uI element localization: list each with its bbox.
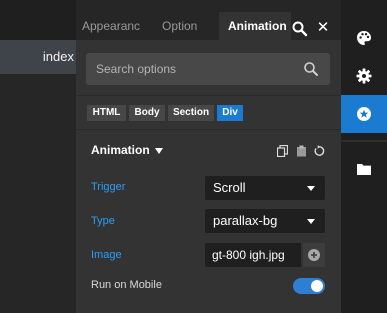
chevron-down-icon [307, 186, 315, 191]
copy-icon[interactable] [276, 144, 289, 158]
type-value: parallax-bg [213, 213, 278, 228]
search-icon[interactable] [291, 20, 309, 38]
chevron-down-icon[interactable] [155, 148, 163, 154]
gear-icon[interactable] [341, 57, 387, 95]
breadcrumb-section[interactable]: Section [168, 105, 214, 121]
divider [341, 140, 387, 142]
trigger-label: Trigger [91, 181, 126, 193]
breadcrumb-html[interactable]: HTML [87, 105, 126, 121]
chevron-down-icon [307, 219, 315, 224]
editor-top-strip [0, 0, 76, 40]
type-select[interactable]: parallax-bg [205, 209, 325, 233]
type-label: Type [91, 215, 115, 227]
search-input[interactable]: Search options [86, 53, 330, 85]
toggle-knob [311, 280, 323, 292]
search-field-icon [303, 61, 319, 77]
run-on-mobile-label: Run on Mobile [91, 279, 162, 291]
close-icon[interactable]: ✕ [316, 20, 330, 35]
folder-icon[interactable] [341, 150, 387, 188]
breadcrumb-div[interactable]: Div [217, 105, 243, 121]
reset-icon[interactable] [313, 144, 325, 156]
tab-appearance[interactable]: Appearance [82, 12, 140, 40]
divider [76, 129, 341, 130]
divider [76, 95, 341, 96]
image-add-button[interactable] [303, 243, 325, 267]
image-label: Image [91, 249, 122, 261]
panel-tabs: Appearance Option Animation ✕ [76, 0, 341, 40]
run-on-mobile-toggle[interactable] [293, 278, 325, 294]
image-field[interactable]: gt-800 igh.jpg [205, 243, 301, 267]
tab-animation[interactable]: Animation [219, 12, 291, 40]
file-tab-index[interactable]: index [0, 40, 78, 74]
search-placeholder: Search options [96, 62, 177, 76]
section-title[interactable]: Animation [91, 143, 150, 157]
trigger-select[interactable]: Scroll [205, 176, 325, 200]
paste-icon[interactable] [296, 144, 307, 157]
star-badge-icon[interactable] [341, 95, 387, 133]
tab-option[interactable]: Option [162, 12, 212, 40]
trigger-value: Scroll [213, 180, 246, 195]
breadcrumb-body[interactable]: Body [129, 105, 165, 121]
right-toolbar [341, 0, 387, 313]
palette-icon[interactable] [341, 19, 387, 57]
plus-circle-icon [308, 249, 320, 261]
properties-panel: Appearance Option Animation ✕ Search opt… [76, 0, 341, 313]
